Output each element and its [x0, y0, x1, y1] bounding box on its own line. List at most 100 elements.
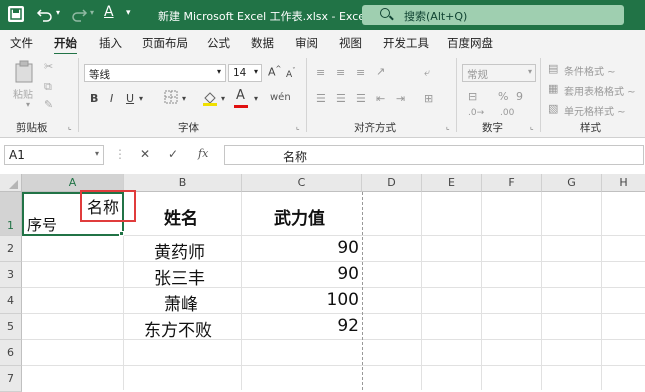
increase-indent-icon[interactable]: ⇥ [396, 92, 405, 105]
column-header-f[interactable]: F [482, 174, 542, 192]
undo-dropdown-icon[interactable]: ▾ [56, 8, 60, 17]
cell-c3[interactable]: 90 [337, 264, 359, 284]
comma-style-icon[interactable]: 9 [516, 90, 523, 103]
tab-baidu-netdisk[interactable]: 百度网盘 [447, 35, 493, 51]
orientation-icon[interactable]: ↗ [376, 65, 385, 78]
column-header-h[interactable]: H [602, 174, 645, 192]
italic-icon[interactable]: I [110, 92, 113, 105]
merge-center-icon[interactable]: ⊞ [424, 92, 433, 105]
border-icon[interactable] [164, 90, 178, 107]
cell-c2[interactable]: 90 [337, 238, 359, 258]
underline-dropdown-icon[interactable]: ▾ [139, 94, 143, 103]
conditional-formatting-button[interactable]: 条件格式 ~ [564, 63, 616, 78]
align-top-icon[interactable]: ≡ [316, 66, 325, 79]
cell-styles-button[interactable]: 单元格样式 ~ [564, 103, 626, 118]
column-header-b[interactable]: B [124, 174, 242, 192]
percent-icon[interactable]: % [498, 90, 508, 103]
paste-icon[interactable] [14, 60, 34, 87]
cell-b3[interactable]: 张三丰 [154, 264, 205, 289]
decrease-indent-icon[interactable]: ⇤ [376, 92, 385, 105]
row-header-1[interactable]: 1 [0, 192, 22, 236]
fill-color-dropdown-icon[interactable]: ▾ [221, 94, 225, 103]
clipboard-launcher-icon[interactable]: ⌞ [68, 122, 72, 131]
name-box[interactable]: A1 ▾ [4, 145, 104, 165]
font-name-value: 等线 [89, 69, 110, 81]
align-right-icon[interactable]: ☰ [356, 92, 366, 105]
customize-quick-access-icon[interactable]: ▾ [126, 8, 131, 18]
column-header-e[interactable]: E [422, 174, 482, 192]
format-painter-icon[interactable]: ✎ [44, 98, 53, 111]
border-dropdown-icon[interactable]: ▾ [182, 94, 186, 103]
fill-color-icon[interactable] [202, 90, 218, 109]
column-header-d[interactable]: D [362, 174, 422, 192]
wrap-text-icon[interactable]: ⤶ [424, 66, 430, 80]
align-middle-icon[interactable]: ≡ [336, 66, 345, 79]
increase-font-size-icon[interactable]: A^ [268, 65, 281, 79]
alignment-launcher-icon[interactable]: ⌞ [446, 122, 450, 131]
format-as-table-button[interactable]: 套用表格格式 ~ [564, 83, 636, 98]
select-all-button[interactable] [0, 174, 22, 192]
copy-icon[interactable]: ⧉ [44, 80, 52, 94]
cut-icon[interactable]: ✂ [44, 60, 53, 73]
font-color-icon[interactable]: A [234, 88, 248, 108]
tab-data[interactable]: 数据 [251, 35, 274, 51]
row-header-3[interactable]: 3 [0, 262, 22, 288]
cell-b5[interactable]: 东方不败 [144, 316, 212, 341]
font-launcher-icon[interactable]: ⌞ [296, 122, 300, 131]
cancel-icon[interactable]: ✕ [140, 147, 150, 161]
number-format-select[interactable]: 常规 ▾ [462, 64, 536, 82]
formula-input[interactable]: 名称 [224, 145, 644, 165]
underline-icon[interactable]: U [126, 92, 134, 105]
tab-view[interactable]: 视图 [339, 35, 362, 51]
redo-dropdown-icon[interactable]: ▾ [90, 8, 94, 17]
fill-handle[interactable] [119, 231, 124, 236]
row-header-5[interactable]: 5 [0, 314, 22, 340]
font-name-select[interactable]: 等线 ▾ [84, 64, 226, 82]
phonetic-icon[interactable]: wén [270, 92, 291, 103]
redo-icon[interactable] [70, 6, 88, 25]
cell-c4[interactable]: 100 [327, 290, 359, 310]
row-header-2[interactable]: 2 [0, 236, 22, 262]
cell-c5[interactable]: 92 [337, 316, 359, 336]
tab-file[interactable]: 文件 [10, 35, 33, 51]
row-header-4[interactable]: 4 [0, 288, 22, 314]
column-header-g[interactable]: G [542, 174, 602, 192]
insert-function-icon[interactable]: fx [198, 147, 208, 160]
tab-insert[interactable]: 插入 [99, 35, 122, 51]
gridline [481, 192, 482, 390]
cell-b4[interactable]: 萧峰 [164, 290, 198, 315]
search-box[interactable]: 搜索(Alt+Q) [362, 5, 624, 25]
align-left-icon[interactable]: ☰ [316, 92, 326, 105]
increase-decimal-icon[interactable]: .0→ [468, 108, 484, 118]
tab-formulas[interactable]: 公式 [207, 35, 230, 51]
row-header-7[interactable]: 7 [0, 366, 22, 392]
enter-icon[interactable]: ✓ [168, 147, 178, 161]
paste-dropdown-icon[interactable]: ▾ [26, 100, 30, 109]
align-center-icon[interactable]: ☰ [336, 92, 346, 105]
font-size-select[interactable]: 14 ▾ [228, 64, 262, 82]
save-icon[interactable] [8, 6, 24, 22]
cell-b1[interactable]: 姓名 [164, 204, 198, 229]
bold-icon[interactable]: B [90, 92, 98, 105]
font-color-quick-icon[interactable]: A [104, 4, 114, 20]
page-break-line [362, 192, 363, 390]
font-color-dropdown-icon[interactable]: ▾ [254, 94, 258, 103]
decrease-font-size-icon[interactable]: Aˇ [286, 67, 296, 80]
tab-page-layout[interactable]: 页面布局 [142, 35, 188, 51]
cell-b2[interactable]: 黄药师 [154, 238, 205, 263]
align-bottom-icon[interactable]: ≡ [356, 66, 365, 79]
undo-icon[interactable] [36, 6, 54, 25]
tab-review[interactable]: 审阅 [295, 35, 318, 51]
tab-developer[interactable]: 开发工具 [383, 35, 429, 51]
decrease-decimal-icon[interactable]: .00 [500, 108, 514, 118]
gridline [22, 261, 645, 262]
window-title: 新建 Microsoft Excel 工作表.xlsx - Excel [158, 10, 369, 23]
worksheet-grid: A B C D E F G H 1 2 3 4 5 6 7 名称 序号 姓名 武… [0, 174, 645, 392]
column-header-c[interactable]: C [242, 174, 362, 192]
accounting-format-icon[interactable]: ⊟ [468, 90, 477, 103]
row-header-6[interactable]: 6 [0, 340, 22, 366]
number-launcher-icon[interactable]: ⌞ [530, 122, 534, 131]
tab-home[interactable]: 开始 [54, 35, 77, 55]
paste-label[interactable]: 粘贴 [13, 86, 33, 101]
cell-c1[interactable]: 武力值 [274, 204, 325, 229]
